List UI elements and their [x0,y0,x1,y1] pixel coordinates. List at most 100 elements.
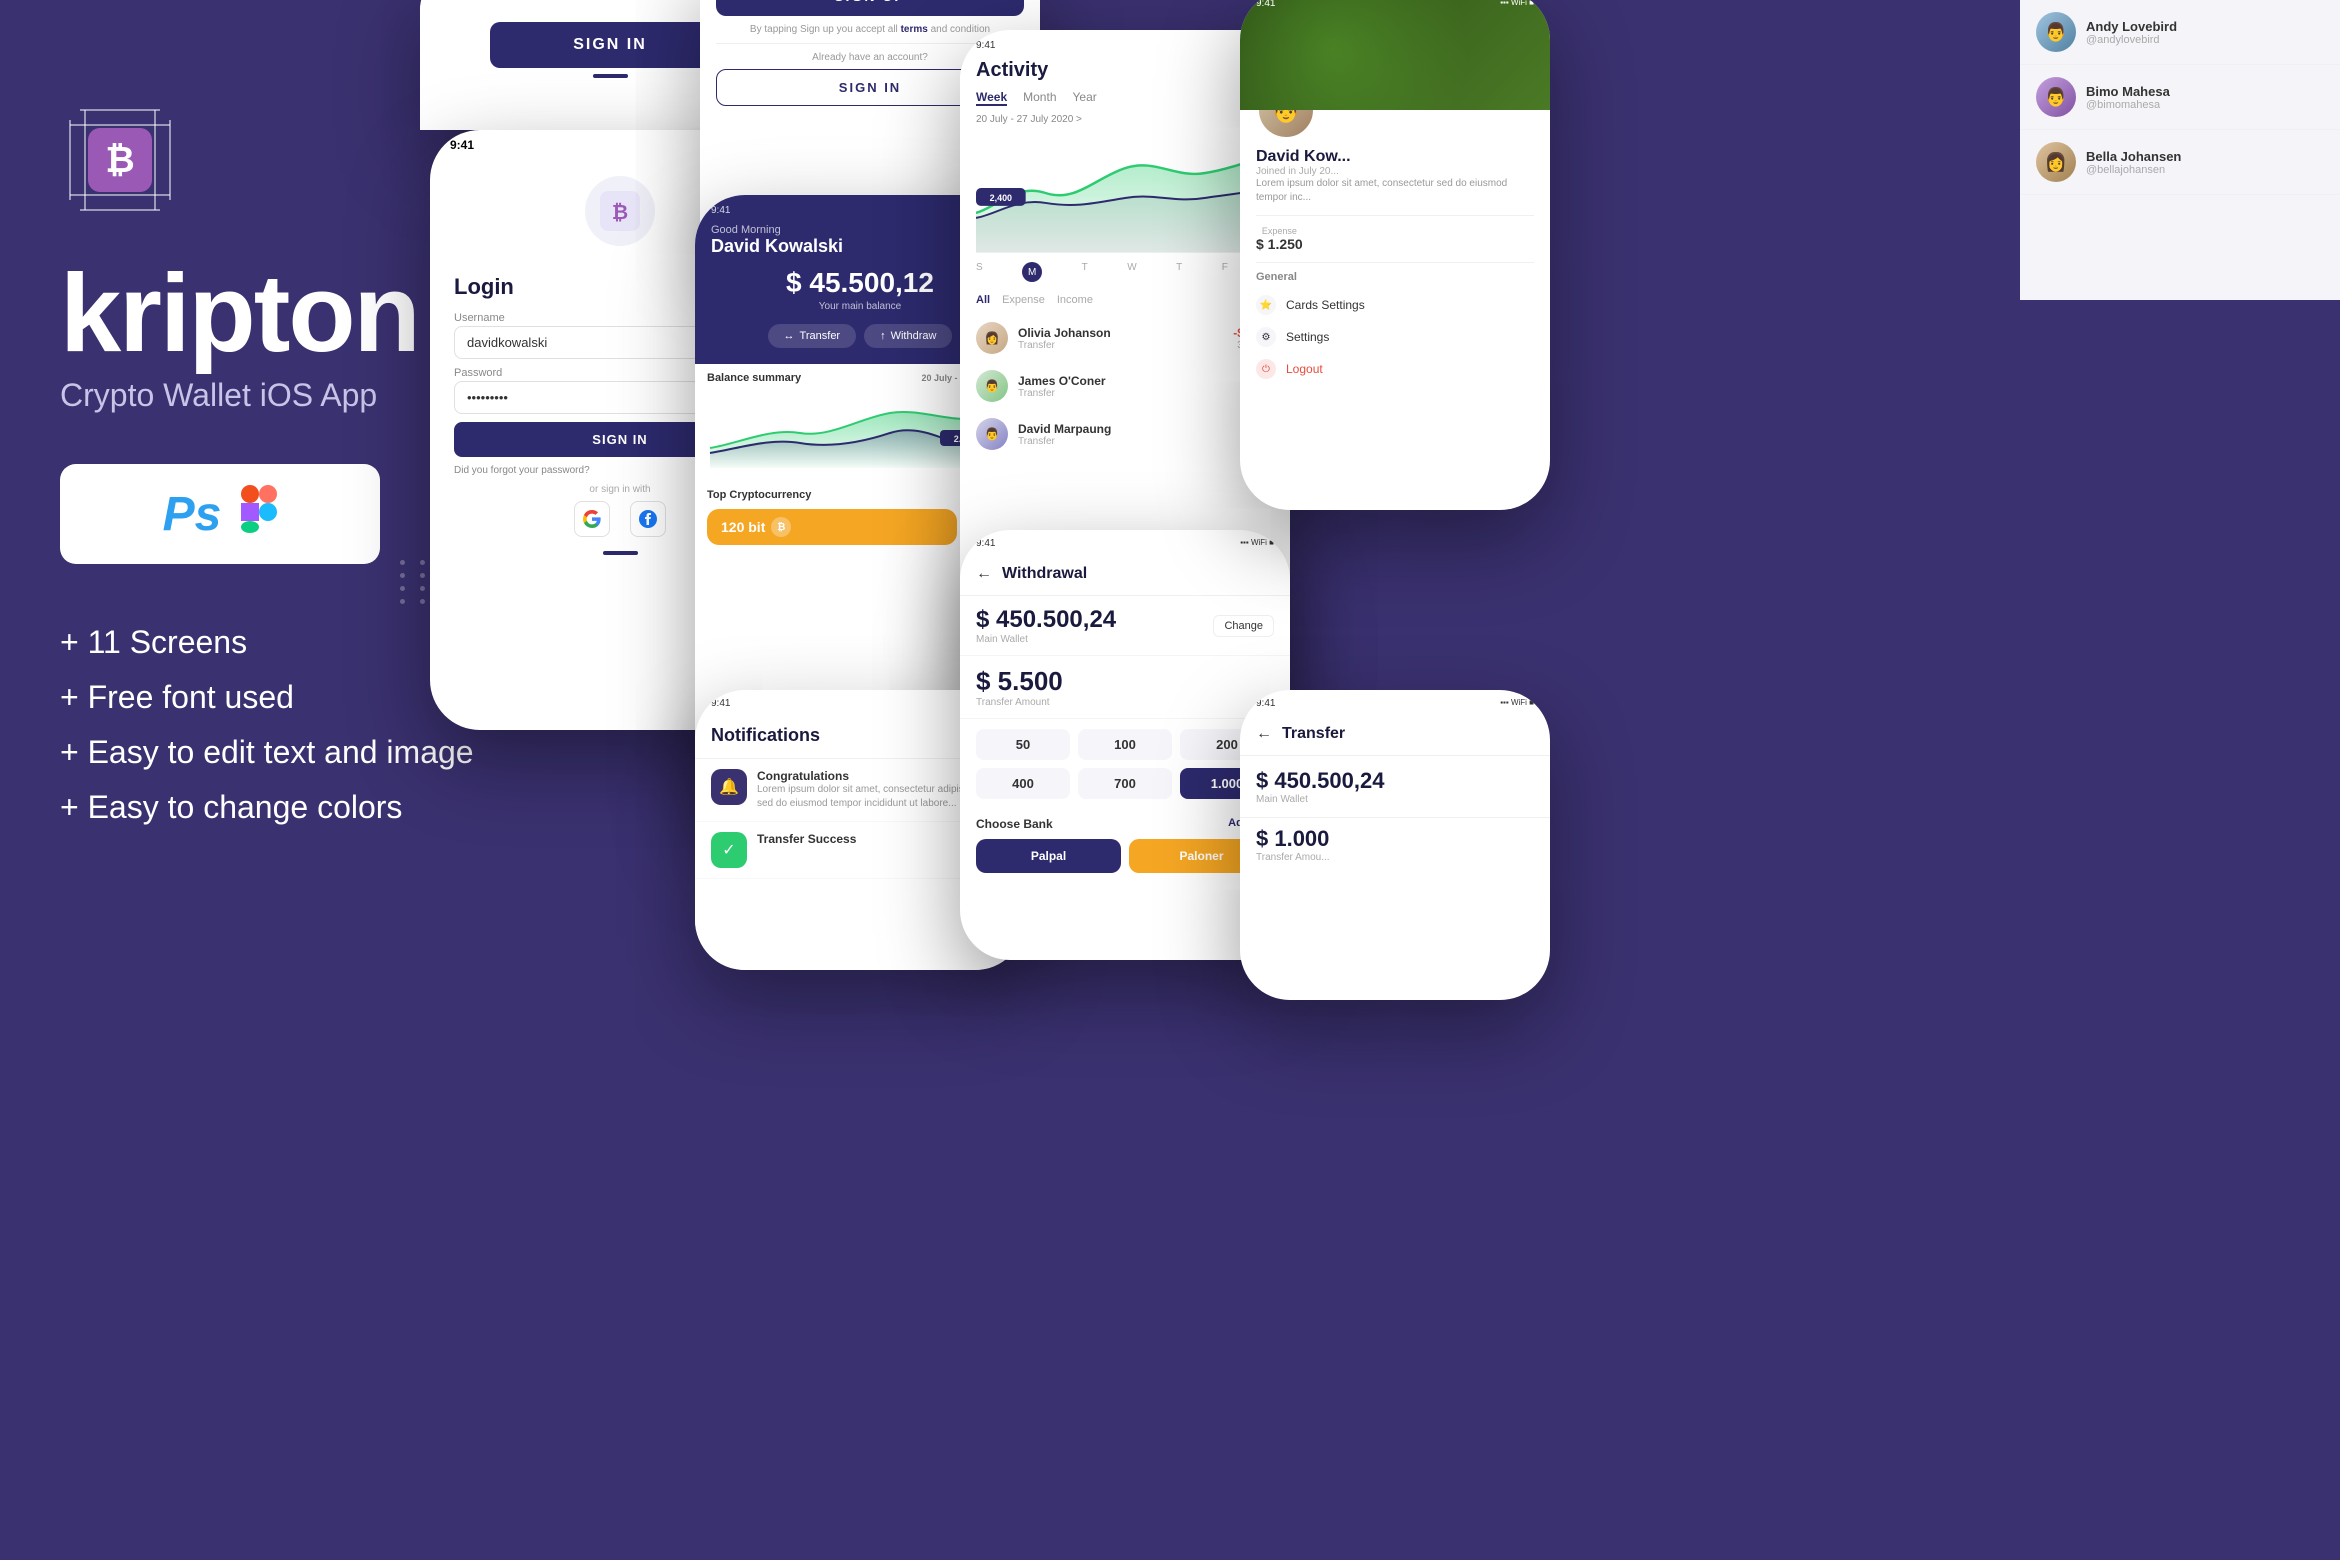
profile-leaves-decoration [1240,0,1550,110]
user-handle-2: @bimomahesa [2086,99,2170,111]
crypto-pill-bitcoin[interactable]: 120 bit ₿ [707,509,957,545]
notif-title-1: Congratulations [757,769,849,783]
day-t2[interactable]: T [1176,262,1182,282]
figma-icon [241,485,277,543]
transfer-right-wallet-label: Main Wallet [1256,794,1534,805]
withdrawal-amount-area: $ 450.500,24 Main Wallet Change [960,596,1290,656]
transfer-back-arrow[interactable]: ← [1256,725,1272,743]
notif-icon-1: 🔔 [711,769,747,805]
user-avatar-3: 👩 [2036,142,2076,182]
cards-settings-item[interactable]: ⭐ Cards Settings [1256,289,1534,321]
choose-bank-header: Choose Bank Add new [976,817,1274,831]
day-m-active[interactable]: M [1022,262,1042,282]
activity-chart: 2,400 [976,133,1274,253]
notif-time: 9:41 [711,698,730,709]
profile-joined: Joined in July 20... [1256,166,1534,177]
trans-avatar-1: 👩 [976,322,1008,354]
trans-avatar-3: 👨 [976,418,1008,450]
transfer-amount-display: $ 1.000 [1256,826,1534,852]
transfer-button[interactable]: ↔ Transfer [768,324,857,348]
transfer-right-title: Transfer [1282,725,1345,743]
general-section-title: General [1256,271,1534,283]
notif-title-2: Transfer Success [757,832,856,846]
transfer-right-amount-area: $ 450.500,24 Main Wallet [1240,756,1550,817]
withdraw-button[interactable]: ↑ Withdraw [864,324,952,348]
filter-expense[interactable]: Expense [1002,294,1045,306]
chip-400[interactable]: 400 [976,768,1070,799]
trans-name-3: David Marpaung [1018,422,1230,436]
get-started-button[interactable]: SIGN IN [490,22,730,68]
dashboard-greeting: Good Morning [711,224,843,236]
filter-all[interactable]: All [976,294,990,306]
login-time: 9:41 [450,138,474,152]
login-indicator [603,551,638,555]
day-f[interactable]: F [1222,262,1228,282]
notif-title: Notifications [711,725,820,746]
feature-item-3: + Easy to edit text and image [60,734,620,771]
user-list-panel: 👨 Andy Lovebird @andylovebird 👨 Bimo Mah… [2020,0,2340,300]
activity-title: Activity [976,59,1048,82]
activity-tab-month[interactable]: Month [1023,90,1056,106]
profile-content: 👨 David Kow... Joined in July 20... Lore… [1240,80,1550,395]
facebook-login-button[interactable] [630,501,666,537]
activity-tab-week[interactable]: Week [976,90,1007,106]
activity-tabs: Week Month Year [976,90,1274,106]
withdrawal-header: ← Withdrawal [960,553,1290,596]
bank-palpal-button[interactable]: Palpal [976,839,1121,873]
feature-item-4: + Easy to change colors [60,789,620,826]
user-name-1: Andy Lovebird [2086,19,2177,34]
profile-name: David Kow... [1256,148,1534,166]
withdraw-icon: ↑ [880,330,886,342]
withdrawal-back-arrow[interactable]: ← [976,565,992,583]
logout-icon: ⏻ [1256,359,1276,379]
user-item-2: 👨 Bimo Mahesa @bimomahesa [2020,65,2340,130]
filter-income[interactable]: Income [1057,294,1093,306]
google-login-button[interactable] [574,501,610,537]
trans-type-3: Transfer [1018,436,1230,447]
user-info-3: Bella Johansen @bellajohansen [2086,149,2181,176]
activity-tab-year[interactable]: Year [1073,90,1097,106]
ps-logo: Ps [163,487,222,542]
user-handle-1: @andylovebird [2086,34,2177,46]
cards-icon: ⭐ [1256,295,1276,315]
dashboard-name: David Kowalski [711,236,843,257]
transfer-icon: ↔ [784,330,795,342]
user-avatar-1: 👨 [2036,12,2076,52]
chip-700[interactable]: 700 [1078,768,1172,799]
transfer-amount-label: Transfer Amount [976,697,1274,708]
tool-badge-ps-figma: Ps [60,464,380,564]
logout-item[interactable]: ⏻ Logout [1256,353,1534,385]
chip-100[interactable]: 100 [1078,729,1172,760]
day-w[interactable]: W [1127,262,1136,282]
trans-info-3: David Marpaung Transfer [1018,422,1230,447]
svg-text:₿: ₿ [105,139,134,180]
withdrawal-time: 9:41 [976,538,995,549]
crypto-value: 120 bit [721,519,765,535]
bitcoin-icon: ₿ [771,517,791,537]
user-handle-3: @bellajohansen [2086,164,2181,176]
withdrawal-main-wallet: $ 450.500,24 [976,606,1116,634]
signup-button[interactable]: SIGN UP [716,0,1024,16]
svg-text:₿: ₿ [612,202,628,224]
phone-indicator [593,74,628,78]
user-name-2: Bimo Mahesa [2086,84,2170,99]
profile-bg [1240,0,1550,110]
phone-profile: 9:41 ▪▪▪ WiFi ■ 👨 David Kow... Joined in… [1240,0,1550,510]
trans-type-2: Transfer [1018,388,1230,399]
transfer-right-wallet: $ 450.500,24 [1256,768,1534,794]
chip-50[interactable]: 50 [976,729,1070,760]
settings-item[interactable]: ⚙ Settings [1256,321,1534,353]
profile-desc: Lorem ipsum dolor sit amet, consectetur … [1256,177,1534,205]
activity-time: 9:41 [976,40,995,51]
trans-info-1: Olivia Johanson Transfer [1018,326,1223,351]
expense-value: $ 1.250 [1256,236,1303,252]
day-t[interactable]: T [1082,262,1088,282]
dashboard-time: 9:41 [711,205,730,216]
expense-stat: Expense $ 1.250 [1256,226,1303,252]
change-wallet-button[interactable]: Change [1213,615,1274,637]
profile-stats: Expense $ 1.250 [1256,215,1534,252]
day-s[interactable]: S [976,262,983,282]
activity-title-row: Activity 🔔 [976,59,1274,82]
trans-info-2: James O'Coner Transfer [1018,374,1230,399]
user-info-2: Bimo Mahesa @bimomahesa [2086,84,2170,111]
